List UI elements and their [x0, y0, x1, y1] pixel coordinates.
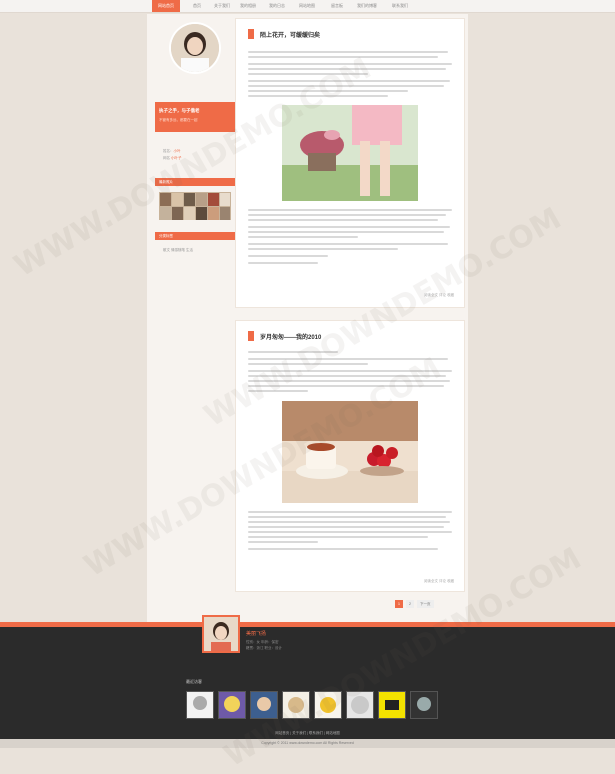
info-label: 网名 [163, 156, 170, 160]
post-footer[interactable]: 阅读全文 评论 收藏 [424, 579, 454, 584]
text-line [248, 521, 450, 523]
text-line [248, 262, 318, 264]
nav-item[interactable]: 我的相册 [233, 0, 263, 12]
text-line [248, 51, 448, 53]
footer: 美丽飞扬 性别：女 年龄：保密 籍贯：浙江 职业：设计 最近访客 网站首页 | … [0, 615, 615, 748]
post-footer[interactable]: 阅读全文 评论 收藏 [424, 293, 454, 298]
text-line [248, 95, 388, 97]
page-container: 执子之手，与子偕老 不管有多远，都要在一起 姓名：小叶 网名 小叶子 最新照片 … [147, 14, 468, 622]
text-line [248, 56, 438, 58]
blog-post: 陌上花开，可缓缓归矣 阅读全文 评论 收藏 [235, 18, 465, 308]
nav-item-home[interactable]: 网站首页 [152, 0, 180, 12]
text-line [248, 209, 452, 211]
visitor-avatar[interactable] [378, 691, 406, 719]
photo-album[interactable] [159, 192, 231, 220]
visitor-avatar[interactable] [314, 691, 342, 719]
info-link[interactable]: 小叶 [174, 149, 181, 153]
text-line [248, 63, 452, 65]
album-header: 最新照片 [155, 178, 235, 186]
text-line [248, 380, 450, 382]
text-line [248, 80, 450, 82]
text-line [248, 243, 448, 245]
text-line [248, 236, 358, 238]
avatar[interactable] [171, 24, 219, 72]
post-header: 岁月匆匆——我的2010 [248, 331, 321, 341]
nav-item[interactable]: 留言板 [322, 0, 352, 12]
info-label: 姓名： [163, 149, 174, 153]
footer-links[interactable]: 网站首页 | 关于我们 | 联系我们 | 网站地图 [0, 731, 615, 736]
footer-meta: 性别：女 年龄：保密 籍贯：浙江 职业：设计 [246, 639, 282, 651]
text-line [248, 516, 446, 518]
visitor-avatar[interactable] [218, 691, 246, 719]
info-link[interactable]: 小叶子 [171, 156, 182, 160]
profile-info: 姓名：小叶 网名 小叶子 [163, 148, 181, 162]
text-line [248, 536, 428, 538]
visitor-avatar[interactable] [346, 691, 374, 719]
footer-name: 美丽飞扬 [246, 631, 267, 637]
text-line [248, 214, 446, 216]
text-line [248, 351, 338, 353]
post-marker [248, 331, 254, 341]
visitors-title: 最近访客 [186, 679, 202, 684]
nav-item[interactable]: 我们的博客 [352, 0, 382, 12]
text-line [248, 363, 368, 365]
visitor-avatar[interactable] [410, 691, 438, 719]
tags-header: 分类标签 [155, 232, 235, 240]
text-line [248, 73, 368, 75]
top-navigation: 网站首页 首页 关于我们 我的相册 我的日志 网站地图 留言板 我们的博客 联系… [0, 0, 615, 13]
profile-sub: 不管有多远，都要在一起 [159, 118, 198, 122]
text-line [248, 85, 444, 87]
post-header: 陌上花开，可缓缓归矣 [248, 29, 320, 39]
text-line [248, 68, 446, 70]
next-page-link[interactable]: 下一页 [417, 600, 434, 608]
visitor-avatar[interactable] [282, 691, 310, 719]
nav-item[interactable]: 网站地图 [292, 0, 322, 12]
text-line [248, 226, 450, 228]
text-line [248, 511, 452, 513]
copyright: Copyright © 2011 www.downdemo.com All Ri… [0, 739, 615, 748]
text-line [248, 90, 408, 92]
text-line [248, 370, 452, 372]
pagination: 1 2 下一页 [395, 600, 434, 608]
post-title[interactable]: 岁月匆匆——我的2010 [260, 332, 321, 341]
text-line [248, 531, 452, 533]
tag-list[interactable]: 散文 情感随笔 生活 [163, 248, 193, 253]
post-marker [248, 29, 254, 39]
text-line [248, 248, 398, 250]
page-link-current[interactable]: 1 [395, 600, 403, 608]
text-line [248, 231, 444, 233]
text-line [248, 541, 318, 543]
post-image[interactable] [282, 105, 418, 201]
profile-banner: 执子之手，与子偕老 不管有多远，都要在一起 [155, 102, 235, 132]
footer-avatar[interactable] [202, 615, 240, 653]
text-line [248, 375, 446, 377]
text-line [248, 548, 438, 550]
visitor-list [186, 691, 438, 719]
text-line [248, 255, 328, 257]
text-line [248, 526, 444, 528]
nav-item[interactable]: 我的日志 [262, 0, 292, 12]
page-link[interactable]: 2 [406, 600, 414, 608]
visitor-avatar[interactable] [186, 691, 214, 719]
text-line [248, 219, 438, 221]
text-line [248, 358, 448, 360]
visitor-avatar[interactable] [250, 691, 278, 719]
text-line [248, 385, 444, 387]
profile-motto: 执子之手，与子偕老 [159, 108, 200, 113]
nav-item[interactable]: 联系我们 [385, 0, 415, 12]
footer-meta-line: 籍贯：浙江 职业：设计 [246, 646, 282, 650]
post-image[interactable] [282, 401, 418, 503]
blog-post: 岁月匆匆——我的2010 阅读全文 评论 收藏 [235, 320, 465, 592]
text-line [248, 390, 308, 392]
post-title[interactable]: 陌上花开，可缓缓归矣 [260, 30, 320, 39]
